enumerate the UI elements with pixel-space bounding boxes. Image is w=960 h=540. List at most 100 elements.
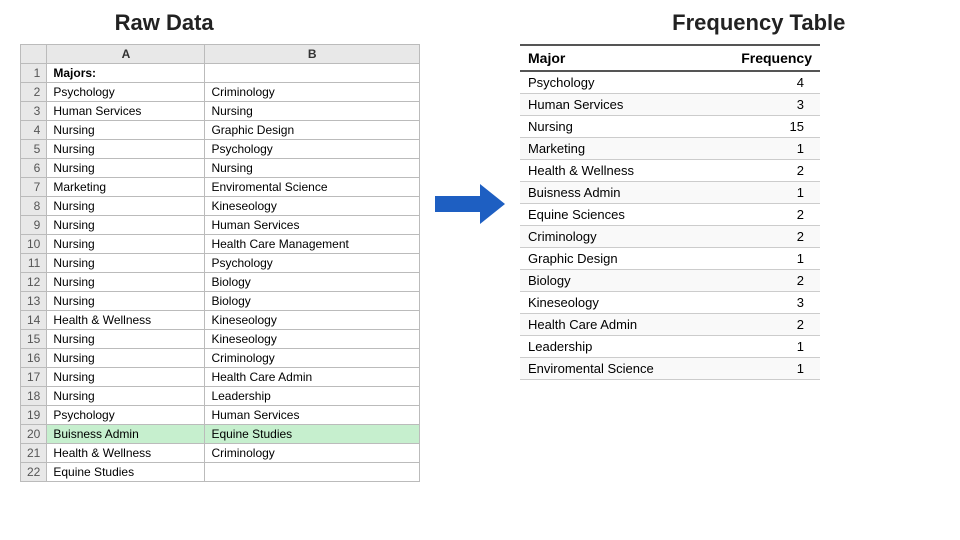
freq-table-row: Health & Wellness2	[520, 160, 820, 182]
row-number: 1	[21, 64, 47, 83]
table-row: 8NursingKineseology	[21, 197, 420, 216]
freq-table-row: Psychology4	[520, 71, 820, 94]
table-row: 13NursingBiology	[21, 292, 420, 311]
row-number: 13	[21, 292, 47, 311]
cell-b: Kineseology	[205, 197, 420, 216]
cell-b: Criminology	[205, 83, 420, 102]
frequency-cell: 2	[706, 314, 820, 336]
frequency-cell: 4	[706, 71, 820, 94]
freq-table-row: Leadership1	[520, 336, 820, 358]
cell-a: Nursing	[47, 235, 205, 254]
freq-frequency-header: Frequency	[706, 45, 820, 71]
cell-a: Health & Wellness	[47, 444, 205, 463]
row-number: 20	[21, 425, 47, 444]
cell-b: Graphic Design	[205, 121, 420, 140]
cell-a: Nursing	[47, 216, 205, 235]
cell-a: Equine Studies	[47, 463, 205, 482]
col-a-header: A	[47, 45, 205, 64]
freq-table-row: Kineseology3	[520, 292, 820, 314]
cell-b: Criminology	[205, 349, 420, 368]
cell-b	[205, 64, 420, 83]
table-row: 1Majors:	[21, 64, 420, 83]
cell-a: Nursing	[47, 121, 205, 140]
frequency-cell: 2	[706, 160, 820, 182]
table-row: 14Health & WellnessKineseology	[21, 311, 420, 330]
table-row: 7MarketingEnviromental Science	[21, 178, 420, 197]
titles-row: Raw Data Frequency Table	[20, 10, 940, 36]
cell-a: Majors:	[47, 64, 205, 83]
major-cell: Graphic Design	[520, 248, 706, 270]
cell-b: Equine Studies	[205, 425, 420, 444]
freq-table-row: Graphic Design1	[520, 248, 820, 270]
cell-a: Nursing	[47, 140, 205, 159]
row-number: 5	[21, 140, 47, 159]
row-number: 21	[21, 444, 47, 463]
cell-b: Biology	[205, 273, 420, 292]
row-number: 9	[21, 216, 47, 235]
cell-a: Health & Wellness	[47, 311, 205, 330]
cell-b: Kineseology	[205, 311, 420, 330]
row-number: 17	[21, 368, 47, 387]
cell-b: Human Services	[205, 216, 420, 235]
table-row: 3Human ServicesNursing	[21, 102, 420, 121]
frequency-cell: 1	[706, 358, 820, 380]
spreadsheet-table: A B 1Majors:2PsychologyCriminology3Human…	[20, 44, 420, 482]
cell-b: Leadership	[205, 387, 420, 406]
cell-a: Nursing	[47, 330, 205, 349]
table-row: 17NursingHealth Care Admin	[21, 368, 420, 387]
row-number: 22	[21, 463, 47, 482]
frequency-table-title: Frequency Table	[672, 10, 845, 36]
freq-major-header: Major	[520, 45, 706, 71]
frequency-cell: 2	[706, 204, 820, 226]
cell-b: Nursing	[205, 102, 420, 121]
table-row: 11NursingPsychology	[21, 254, 420, 273]
row-number: 8	[21, 197, 47, 216]
major-cell: Human Services	[520, 94, 706, 116]
row-number: 10	[21, 235, 47, 254]
row-number: 12	[21, 273, 47, 292]
frequency-cell: 2	[706, 226, 820, 248]
raw-data-container: A B 1Majors:2PsychologyCriminology3Human…	[20, 44, 420, 482]
table-row: 4NursingGraphic Design	[21, 121, 420, 140]
cell-a: Nursing	[47, 292, 205, 311]
cell-b	[205, 463, 420, 482]
cell-b: Kineseology	[205, 330, 420, 349]
cell-b: Psychology	[205, 254, 420, 273]
table-row: 9NursingHuman Services	[21, 216, 420, 235]
row-number: 11	[21, 254, 47, 273]
row-number: 7	[21, 178, 47, 197]
cell-a: Nursing	[47, 368, 205, 387]
col-b-header: B	[205, 45, 420, 64]
cell-b: Nursing	[205, 159, 420, 178]
cell-a: Nursing	[47, 159, 205, 178]
cell-a: Human Services	[47, 102, 205, 121]
major-cell: Kineseology	[520, 292, 706, 314]
cell-b: Enviromental Science	[205, 178, 420, 197]
major-cell: Health Care Admin	[520, 314, 706, 336]
freq-table-row: Marketing1	[520, 138, 820, 160]
cell-a: Nursing	[47, 387, 205, 406]
freq-table-row: Biology2	[520, 270, 820, 292]
row-number: 15	[21, 330, 47, 349]
row-number: 19	[21, 406, 47, 425]
row-number: 16	[21, 349, 47, 368]
cell-a: Nursing	[47, 349, 205, 368]
major-cell: Marketing	[520, 138, 706, 160]
major-cell: Psychology	[520, 71, 706, 94]
row-number: 2	[21, 83, 47, 102]
table-row: 12NursingBiology	[21, 273, 420, 292]
cell-b: Health Care Management	[205, 235, 420, 254]
table-row: 6NursingNursing	[21, 159, 420, 178]
frequency-cell: 1	[706, 336, 820, 358]
frequency-cell: 1	[706, 138, 820, 160]
row-number: 6	[21, 159, 47, 178]
table-row: 15NursingKineseology	[21, 330, 420, 349]
table-row: 5NursingPsychology	[21, 140, 420, 159]
main-content: A B 1Majors:2PsychologyCriminology3Human…	[20, 44, 940, 482]
table-row: 2PsychologyCriminology	[21, 83, 420, 102]
freq-table-row: Buisness Admin1	[520, 182, 820, 204]
table-row: 16NursingCriminology	[21, 349, 420, 368]
major-cell: Health & Wellness	[520, 160, 706, 182]
cell-a: Buisness Admin	[47, 425, 205, 444]
frequency-cell: 3	[706, 292, 820, 314]
